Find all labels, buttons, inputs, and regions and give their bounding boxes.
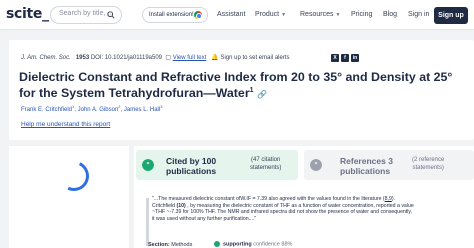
facebook-icon[interactable]: f	[341, 54, 349, 62]
external-link-icon: ▢	[165, 55, 172, 61]
author-sup: 1	[72, 104, 75, 109]
install-extension-label: Install extension!	[149, 11, 194, 18]
reference-statements-count: (2 reference statements)	[412, 157, 444, 172]
reference-statements-line2: statements)	[412, 164, 444, 171]
journal-name: J. Am. Chem. Soc.	[21, 55, 71, 61]
chrome-icon	[194, 11, 202, 19]
nav-assistant[interactable]: Assistant	[217, 11, 245, 18]
quote-icon: "	[142, 159, 154, 171]
nav-blog[interactable]: Blog	[383, 11, 397, 18]
references-title: References 3 publications	[340, 156, 393, 176]
author-link[interactable]: James L. Hall	[124, 107, 160, 113]
sign-up-button[interactable]: Sign up	[434, 7, 468, 24]
citation-statements-count: (47 citation statements)	[250, 157, 281, 172]
article-title-text: Dielectric Constant and Refractive Index…	[19, 70, 453, 101]
link-icon[interactable]: 🔗	[257, 90, 267, 99]
cited-by-title: Cited by 100 publications	[166, 156, 216, 176]
install-extension-button[interactable]: Install extension!	[142, 7, 208, 23]
article-title: Dielectric Constant and Refractive Index…	[19, 70, 469, 102]
search-input[interactable]: Search by title, ...	[50, 6, 122, 24]
title-footnote: 1	[249, 87, 254, 94]
svg-text:": "	[314, 161, 318, 170]
citation-excerpt: "...The measured dielectric constant ofW…	[152, 196, 414, 222]
chevron-down-icon: ▼	[281, 12, 287, 18]
author-sup: 2	[118, 104, 121, 109]
section-label: Section:	[148, 242, 170, 248]
nav-product-label: Product	[255, 11, 280, 18]
article-meta: J. Am. Chem. Soc. 1953 DOI: 10.1021/ja01…	[21, 54, 290, 61]
search-placeholder: Search by title, ...	[59, 10, 114, 17]
loading-spinner-icon	[54, 156, 94, 196]
author-list: Frank E. Critchfield1, John A. Gibson2, …	[21, 104, 163, 113]
supporting-badge[interactable]: supporting confidence 88%	[214, 241, 292, 247]
loading-panel	[9, 146, 129, 248]
nav-sign-in[interactable]: Sign in	[408, 11, 429, 18]
references-unit: publications	[340, 166, 391, 176]
doi[interactable]: DOI: 10.1021/ja01119a509	[91, 55, 162, 61]
quote-divider	[146, 198, 149, 246]
cited-by-unit: publications	[166, 166, 217, 176]
email-alerts-link[interactable]: Sign up to set email alerts	[220, 55, 289, 61]
article-card: J. Am. Chem. Soc. 1953 DOI: 10.1021/ja01…	[9, 40, 474, 140]
excerpt-part: "...The measured dielectric constant ofW…	[152, 196, 385, 202]
section-info: Section: Methods	[148, 242, 192, 248]
section-value: Methods	[171, 242, 193, 248]
author-sup: 3	[160, 104, 163, 109]
tab-references[interactable]: " References 3 publications (2 reference…	[304, 150, 474, 180]
nav-resources[interactable]: Resources ▼	[300, 11, 340, 18]
svg-text:": "	[146, 161, 150, 170]
scite-logo[interactable]: scite_	[6, 6, 49, 22]
references-icon: "	[310, 159, 322, 171]
citation-statement: "...The measured dielectric constant ofW…	[146, 196, 472, 248]
check-icon	[214, 241, 220, 247]
publication-year: 1953	[75, 55, 90, 61]
top-bar: scite_ Search by title, ... Install exte…	[0, 0, 474, 30]
author-link[interactable]: John A. Gibson	[78, 107, 119, 113]
view-full-text-link[interactable]: View full text	[173, 55, 207, 61]
search-icon[interactable]	[107, 11, 115, 19]
reference-link[interactable]: 8,9	[385, 196, 392, 202]
citation-statements-line2: statements)	[250, 164, 282, 171]
nav-resources-label: Resources	[300, 11, 334, 18]
citations-panel: " Cited by 100 publications (47 citation…	[134, 146, 474, 248]
help-understand-link[interactable]: Help me understand this report	[21, 121, 110, 128]
twitter-icon[interactable]: X	[331, 54, 339, 62]
nav-pricing[interactable]: Pricing	[351, 11, 372, 18]
chevron-down-icon: ▼	[335, 12, 341, 18]
cited-by-count: Cited by 100	[166, 156, 217, 166]
support-label: supporting	[223, 241, 252, 248]
support-confidence: confidence 88%	[253, 241, 293, 248]
linkedin-icon[interactable]: in	[351, 54, 359, 62]
reference-highlight: (10)	[176, 202, 186, 209]
nav-product[interactable]: Product ▼	[255, 11, 286, 18]
excerpt-part: , by measuring the dielectric constant o…	[152, 202, 414, 222]
citation-statements-line1: (47 citation	[251, 157, 281, 163]
reference-statements-line1: (2 reference	[412, 157, 445, 163]
tab-cited-by[interactable]: " Cited by 100 publications (47 citation…	[136, 150, 298, 180]
references-count: References 3	[340, 156, 393, 166]
author-link[interactable]: Frank E. Critchfield	[21, 107, 72, 113]
bell-icon: 🔔	[211, 55, 219, 61]
